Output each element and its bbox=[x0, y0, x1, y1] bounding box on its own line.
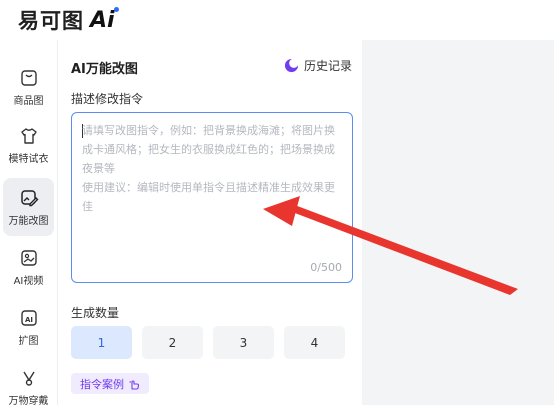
examples-button[interactable]: 指令案例 bbox=[71, 373, 149, 394]
nav-label-universal-edit: 万能改图 bbox=[8, 215, 49, 227]
pointer-hand-icon bbox=[129, 379, 140, 390]
app-window: 易可图 Ai 商品图 模特试衣 万能改图 AI视频 AI 扩图 万物穿戴 AI万… bbox=[0, 0, 554, 405]
top-bar: 易可图 Ai bbox=[0, 0, 554, 40]
logo-spark-icon bbox=[113, 6, 119, 12]
product-image-icon bbox=[20, 69, 37, 86]
main-canvas-area bbox=[362, 40, 554, 405]
nav-item-universal-edit[interactable]: 万能改图 bbox=[3, 178, 54, 236]
logo-ai-mark: Ai bbox=[90, 6, 119, 33]
nav-item-product-image[interactable]: 商品图 bbox=[3, 58, 54, 116]
hanger-icon bbox=[22, 371, 35, 386]
prompt-textarea-box[interactable]: 0/500 bbox=[71, 112, 353, 283]
prompt-textarea[interactable] bbox=[82, 121, 344, 251]
quantity-option-3[interactable]: 3 bbox=[213, 326, 274, 359]
nav-label-model-tryon: 模特试衣 bbox=[8, 153, 49, 165]
edit-panel: AI万能改图 历史记录 描述修改指令 0/500 生成数量 1 2 3 4 指令… bbox=[57, 40, 362, 405]
char-counter: 0/500 bbox=[310, 261, 342, 274]
nav-label-product-image: 商品图 bbox=[13, 95, 44, 107]
quantity-option-2[interactable]: 2 bbox=[142, 326, 203, 359]
left-nav: 商品图 模特试衣 万能改图 AI视频 AI 扩图 万物穿戴 bbox=[0, 40, 57, 405]
quantity-option-1[interactable]: 1 bbox=[71, 326, 132, 359]
nav-item-model-tryon[interactable]: 模特试衣 bbox=[3, 116, 54, 174]
quantity-selector: 1 2 3 4 bbox=[71, 326, 345, 359]
panel-title: AI万能改图 bbox=[71, 62, 138, 77]
logo[interactable]: 易可图 Ai bbox=[18, 5, 119, 35]
quantity-option-4[interactable]: 4 bbox=[284, 326, 345, 359]
expand-image-icon: AI bbox=[20, 309, 37, 326]
history-label: 历史记录 bbox=[303, 59, 352, 73]
nav-label-ai-video: AI视频 bbox=[13, 275, 44, 287]
moon-clock-icon bbox=[284, 58, 299, 73]
nav-item-ai-video[interactable]: AI视频 bbox=[3, 238, 54, 296]
prompt-label: 描述修改指令 bbox=[71, 92, 144, 106]
tshirt-icon bbox=[20, 127, 37, 144]
quantity-label: 生成数量 bbox=[71, 306, 120, 320]
nav-label-expand: 扩图 bbox=[18, 335, 39, 347]
svg-text:AI: AI bbox=[24, 316, 32, 324]
video-icon bbox=[20, 249, 37, 266]
nav-item-expand[interactable]: AI 扩图 bbox=[3, 298, 54, 356]
nav-label-wear-anything: 万物穿戴 bbox=[8, 395, 49, 405]
history-button[interactable]: 历史记录 bbox=[284, 57, 352, 74]
logo-ai-text: Ai bbox=[90, 7, 115, 33]
logo-text: 易可图 bbox=[18, 9, 84, 33]
nav-item-wear-anything[interactable]: 万物穿戴 bbox=[3, 358, 54, 405]
edit-image-icon bbox=[20, 189, 38, 206]
examples-label: 指令案例 bbox=[80, 377, 124, 391]
